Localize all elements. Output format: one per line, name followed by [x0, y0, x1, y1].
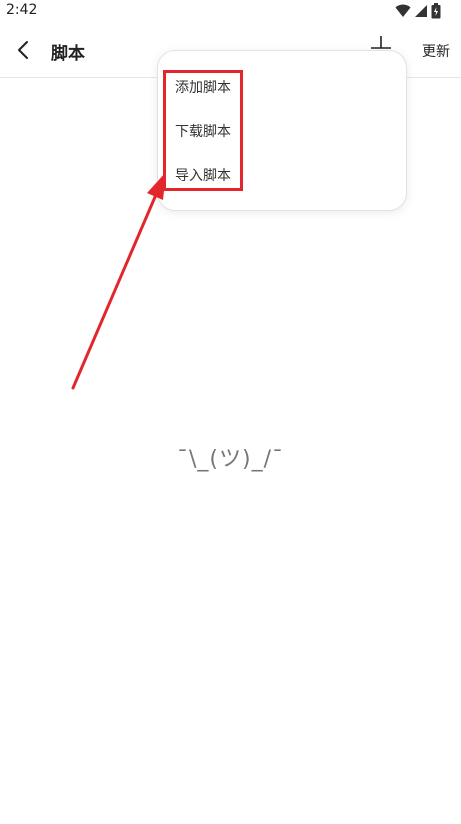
update-button[interactable]: 更新 — [422, 41, 450, 61]
chevron-left-icon — [18, 41, 28, 59]
status-time: 2:42 — [6, 2, 38, 18]
wifi-icon — [395, 4, 411, 17]
status-bar: 2:42 — [0, 0, 461, 22]
battery-icon — [431, 3, 441, 19]
page-title: 脚本 — [51, 44, 85, 64]
signal-icon — [415, 5, 427, 17]
back-button[interactable] — [10, 36, 38, 64]
status-icons — [395, 3, 441, 19]
empty-state-text: ¯\_(ツ)_/¯ — [177, 447, 284, 472]
annotation-highlight-box — [163, 70, 243, 191]
